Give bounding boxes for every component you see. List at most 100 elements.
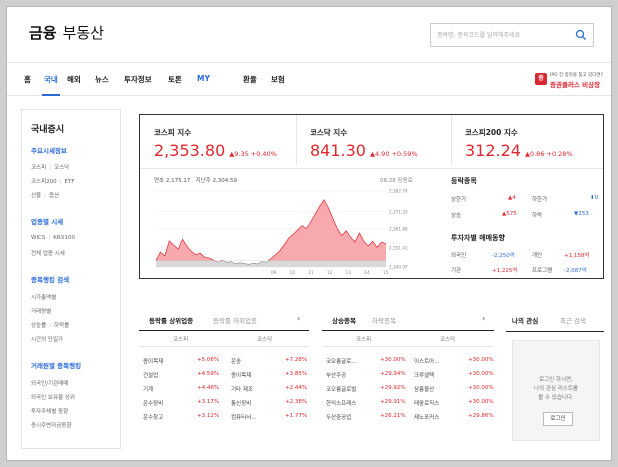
sector-name[interactable]: 종이목재 bbox=[143, 357, 163, 365]
index-name: 코스닥 지수 bbox=[310, 128, 348, 137]
sector-name[interactable]: 운수장비 bbox=[143, 399, 163, 407]
x-tick-label: 09 bbox=[271, 270, 277, 275]
nav-domestic[interactable]: 국내 bbox=[42, 74, 60, 96]
index-value: 2,353.80 bbox=[154, 141, 226, 160]
sidebar-links-row: 코스피200 | ETF bbox=[31, 179, 75, 185]
sector-name[interactable]: 기타 제조 bbox=[231, 385, 253, 393]
sidebar-link-market-cap[interactable]: 시가총액별 bbox=[31, 293, 56, 301]
sidebar-section-broker-ranking[interactable]: 거래원별 종목랭킹 bbox=[31, 360, 81, 370]
nav-invest-info[interactable]: 투자정보 bbox=[124, 74, 152, 85]
chevron-right-icon[interactable]: › bbox=[482, 314, 485, 323]
sidebar-link-kospi200[interactable]: 코스피200 bbox=[31, 179, 57, 185]
sector-name[interactable]: 운송 bbox=[231, 357, 241, 365]
index-kosdaq[interactable]: 코스닥 지수 841.30 ▲4.90 +0.59% bbox=[310, 127, 418, 160]
stock-name[interactable]: 삼륭물산 bbox=[414, 385, 434, 393]
sidebar-link-investor-trend[interactable]: 투자주체별 동향 bbox=[31, 407, 68, 415]
sector-name[interactable]: 컴퓨터서... bbox=[231, 413, 257, 421]
sidebar-section-ranking[interactable]: 종목랭킹 검색 bbox=[31, 274, 69, 284]
chart-date: 08.28 장종료 bbox=[380, 178, 413, 184]
nav-overseas[interactable]: 해외 bbox=[67, 74, 81, 85]
updown-value: ▼253 bbox=[574, 211, 589, 217]
stock-name[interactable]: 크루셜텍 bbox=[414, 371, 434, 379]
sidebar-link-kosdaq[interactable]: 코스닥 bbox=[54, 165, 69, 171]
sidebar-link-wics[interactable]: WICS bbox=[31, 235, 45, 241]
y-tick-label: 2,340.97 bbox=[389, 265, 408, 270]
login-msg: 로그인 하시면, bbox=[539, 377, 573, 383]
investor-label: 기관 bbox=[451, 268, 462, 274]
search-placeholder[interactable]: 종목명, 종목코드를 입력해주세요 bbox=[437, 30, 520, 39]
sidebar-link-rise[interactable]: 상승률 bbox=[31, 323, 46, 329]
login-button[interactable]: 로그인 bbox=[543, 412, 573, 426]
x-tick-label: 13 bbox=[346, 270, 352, 275]
col-kospi[interactable]: 코스피 bbox=[356, 335, 371, 343]
info-label: 연초 bbox=[154, 178, 165, 184]
nav-insurance[interactable]: 보험 bbox=[271, 74, 285, 85]
col-kosdaq[interactable]: 코스닥 bbox=[440, 335, 455, 343]
updown-value: ⬇0 bbox=[590, 195, 599, 201]
sidebar-link-foreign-inst[interactable]: 외국인/기관매매 bbox=[31, 379, 68, 387]
tab-my-interest[interactable]: 나의 관심 bbox=[512, 315, 538, 325]
sector-name[interactable]: 기계 bbox=[143, 385, 153, 393]
sidebar-links-row: WICS | KRX100 bbox=[31, 235, 75, 241]
sidebar-section-main-quotes[interactable]: 주요시세정보 bbox=[31, 145, 67, 155]
sidebar-link-volume[interactable]: 거래량별 bbox=[31, 307, 51, 315]
stock-name[interactable]: 두산중공업 bbox=[326, 413, 351, 421]
col-kosdaq[interactable]: 코스닥 bbox=[257, 335, 272, 343]
chevron-right-icon[interactable]: › bbox=[297, 314, 300, 323]
sidebar-link-fund-trend[interactable]: 증시주변자금동향 bbox=[31, 421, 71, 429]
nav-exchange[interactable]: 환율 bbox=[243, 74, 257, 85]
search-box[interactable]: 종목명, 종목코드를 입력해주세요 bbox=[430, 23, 594, 47]
sidebar-link-kospi[interactable]: 코스피 bbox=[31, 165, 46, 171]
tab-falling-stocks[interactable]: 하락종목 bbox=[372, 315, 396, 325]
main-nav: 홈 국내 해외 뉴스 투자정보 토론 MY 환율 보험 증 IPO 전 종목을 … bbox=[7, 62, 611, 96]
tab-rising-stocks[interactable]: 상승종목 bbox=[332, 315, 356, 325]
login-msg: 나의 관심 리스트를 bbox=[534, 386, 578, 392]
login-msg: 볼 수 있습니다. bbox=[538, 395, 574, 401]
sidebar-link-futures[interactable]: 선물 bbox=[31, 193, 41, 199]
stock-name[interactable]: 부산주공 bbox=[326, 371, 346, 379]
stock-name[interactable]: 코오롱글로벌 bbox=[326, 385, 356, 393]
tab-top-sectors[interactable]: 등락률 상위업종 bbox=[149, 315, 193, 325]
nav-my[interactable]: MY bbox=[197, 74, 210, 83]
sidebar-section-sectors[interactable]: 업종별 시세 bbox=[31, 216, 63, 226]
stock-name[interactable]: 코오롱글로... bbox=[326, 357, 357, 365]
info-label: 지난주 bbox=[195, 178, 211, 184]
tab-bottom-sectors[interactable]: 등락률 하위업종 bbox=[213, 315, 257, 325]
x-tick-label: 15 bbox=[383, 270, 389, 275]
stock-change: +30.00% bbox=[380, 357, 406, 363]
sidebar: 국내증시 주요시세정보 코스피 | 코스닥 코스피200 | ETF 선물 | 옵션 업종별… bbox=[21, 109, 121, 449]
sidebar-link-etf[interactable]: ETF bbox=[65, 179, 75, 185]
updown-value: ▲4 bbox=[508, 195, 516, 201]
page: 금융 부동산 종목명, 종목코드를 입력해주세요 홈 국내 해외 뉴스 투자정보 … bbox=[6, 6, 612, 461]
stock-change: +26.21% bbox=[380, 413, 406, 419]
sidebar-link-foreign-ratio[interactable]: 외국인 보유율 상위 bbox=[31, 393, 75, 401]
nav-news[interactable]: 뉴스 bbox=[95, 74, 109, 85]
index-change: ▲9.35 +0.40% bbox=[229, 150, 277, 158]
market-summary: 등락종목 상한가 ▲4 하한가 ⬇0 상승 ▲575 하락 ▼253 투자자별 … bbox=[440, 115, 605, 280]
search-icon[interactable] bbox=[575, 29, 587, 41]
kospi-intraday-chart[interactable]: 2,382.74 2,371.33 2,361.86 2,351.41 2,340.97… bbox=[154, 187, 416, 275]
stock-name[interactable]: 이스트아... bbox=[414, 357, 440, 365]
stock-change: +30.00% bbox=[468, 385, 494, 391]
sidebar-link-after-hours[interactable]: 시간외 단일가 bbox=[31, 335, 63, 343]
stock-name[interactable]: 한익스프레스 bbox=[326, 399, 356, 407]
sidebar-link-krx100[interactable]: KRX100 bbox=[53, 235, 75, 241]
brand-realestate[interactable]: 부동산 bbox=[63, 24, 104, 42]
brand-title[interactable]: 금융 부동산 bbox=[29, 22, 104, 43]
sector-name[interactable]: 통신장비 bbox=[231, 399, 251, 407]
stock-name[interactable]: 태웅로직스 bbox=[414, 399, 439, 407]
sector-name[interactable]: 건설업 bbox=[143, 371, 158, 379]
sidebar-link-fall[interactable]: 하락률 bbox=[54, 323, 69, 329]
tab-recent-search[interactable]: 최근 검색 bbox=[560, 315, 586, 325]
sidebar-link-all-sectors[interactable]: 전체 업종 시세 bbox=[31, 249, 65, 257]
brand-finance[interactable]: 금융 bbox=[29, 24, 57, 42]
sidebar-link-options[interactable]: 옵션 bbox=[49, 193, 59, 199]
col-kospi[interactable]: 코스피 bbox=[173, 335, 188, 343]
sector-name[interactable]: 종이목재 bbox=[231, 371, 251, 379]
nav-home[interactable]: 홈 bbox=[24, 74, 31, 85]
investor-label: 개인 bbox=[532, 253, 543, 259]
index-kospi[interactable]: 코스피 지수 2,353.80 ▲9.35 +0.40% bbox=[154, 127, 277, 160]
stock-name[interactable]: 제노포커스 bbox=[414, 413, 439, 421]
sector-name[interactable]: 운수창고 bbox=[143, 413, 163, 421]
nav-discussion[interactable]: 토론 bbox=[168, 74, 182, 85]
